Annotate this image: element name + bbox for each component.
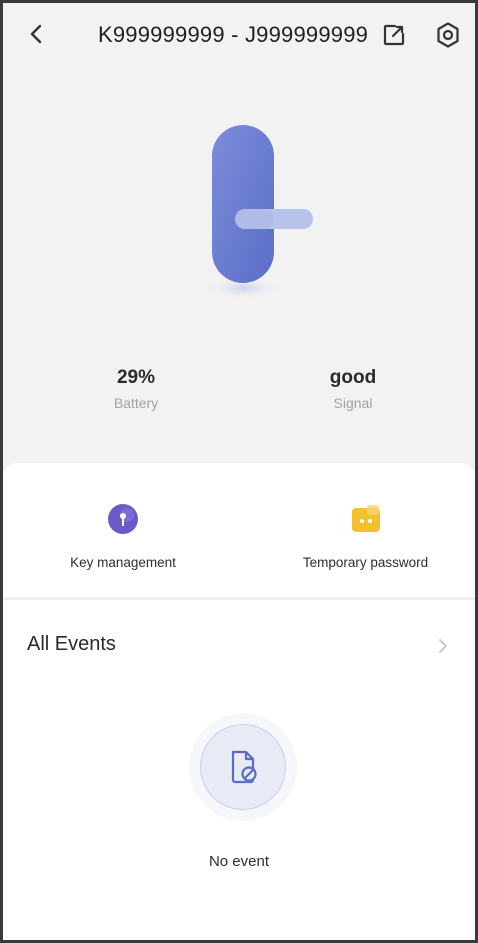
share-button[interactable] — [379, 23, 409, 51]
all-events-title: All Events — [27, 633, 116, 655]
settings-button[interactable] — [431, 21, 465, 53]
chevron-right-icon — [437, 637, 449, 655]
battery-value: 29% — [116, 367, 156, 388]
key-icon — [105, 501, 141, 537]
app-screen: K999999999 - J999999999 29% Battery good… — [0, 0, 478, 943]
back-button[interactable] — [21, 19, 51, 53]
top-bar: K999999999 - J999999999 — [3, 3, 475, 73]
document-blocked-icon — [200, 724, 286, 810]
no-event-label: No event — [208, 853, 270, 870]
key-management-label: Key management — [70, 555, 176, 570]
section-divider — [3, 597, 475, 600]
password-icon — [348, 501, 384, 537]
door-lock-icon — [193, 113, 333, 313]
content-card: Key management Temporary password All Ev… — [3, 463, 475, 940]
key-management-button[interactable]: Key management — [43, 501, 203, 570]
signal-label: Signal — [333, 395, 373, 411]
temporary-password-button[interactable]: Temporary password — [278, 501, 453, 570]
signal-stat: good Signal — [283, 367, 423, 411]
page-title: K999999999 - J999999999 — [98, 22, 369, 47]
battery-label: Battery — [113, 395, 159, 411]
chevron-left-icon — [29, 23, 43, 50]
all-events-row[interactable]: All Events — [3, 623, 475, 663]
empty-state-icon — [189, 713, 297, 821]
signal-value: good — [329, 367, 377, 388]
external-link-icon — [382, 23, 406, 52]
settings-icon — [434, 21, 462, 54]
battery-stat: 29% Battery — [66, 367, 206, 411]
temporary-password-label: Temporary password — [302, 555, 429, 570]
